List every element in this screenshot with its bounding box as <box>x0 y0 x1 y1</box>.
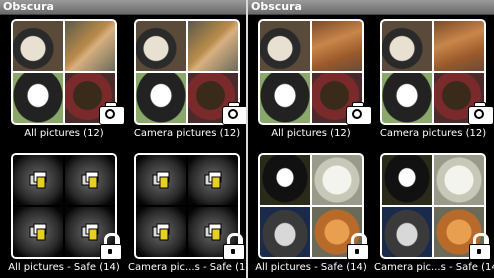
locked-image-icon <box>13 207 63 257</box>
photo-thumb <box>136 21 186 71</box>
album-camera-pictures-safe[interactable]: Camera pic...s - Safe (14) <box>374 153 494 278</box>
photo-thumb <box>260 73 310 123</box>
lock-icon <box>344 233 372 260</box>
album-caption: Camera pictures (12) <box>379 128 487 139</box>
photo-thumb <box>382 207 432 257</box>
photo-thumb <box>382 73 432 123</box>
locked-image-icon <box>65 155 115 205</box>
photo-thumb <box>188 21 238 71</box>
locked-image-icon <box>13 155 63 205</box>
photo-thumb <box>260 155 310 205</box>
locked-image-icon <box>136 207 186 257</box>
album-caption: Camera pic...s - Safe (14) <box>374 262 494 273</box>
album-camera-pictures[interactable]: Camera pictures (12) <box>380 19 494 153</box>
app-title: Obscura <box>251 0 302 13</box>
lock-icon <box>220 233 246 260</box>
album-all-pictures[interactable]: All pictures (12) <box>258 19 372 153</box>
album-caption: All pictures - Safe (14) <box>255 262 367 273</box>
album-caption: Camera pictures (12) <box>133 128 241 139</box>
gallery-panel-right: Obscura All pictures (12) Camera picture… <box>248 0 494 278</box>
gallery-panel-left: Obscura All pictures (12) Camera picture… <box>0 0 246 278</box>
photo-thumb <box>136 73 186 123</box>
album-caption: All pictures (12) <box>271 128 351 139</box>
photo-thumb <box>260 207 310 257</box>
camera-icon <box>220 99 246 125</box>
album-all-pictures[interactable]: All pictures (12) <box>11 19 125 153</box>
album-all-pictures-safe[interactable]: All pictures - Safe (14) <box>8 153 122 278</box>
album-caption: All pictures - Safe (14) <box>8 262 120 273</box>
app-title: Obscura <box>3 0 54 13</box>
photo-thumb <box>434 155 484 205</box>
lock-icon <box>466 233 494 260</box>
photo-thumb <box>312 155 362 205</box>
locked-image-icon <box>136 155 186 205</box>
photo-thumb <box>312 21 362 71</box>
album-caption: Camera pic...s - Safe (14) <box>128 262 246 273</box>
album-all-pictures-safe[interactable]: All pictures - Safe (14) <box>255 153 369 278</box>
photo-thumb <box>65 21 115 71</box>
camera-icon <box>97 99 125 125</box>
title-bar: Obscura <box>0 0 246 15</box>
album-camera-pictures-safe[interactable]: Camera pic...s - Safe (14) <box>128 153 246 278</box>
camera-icon <box>466 99 494 125</box>
album-camera-pictures[interactable]: Camera pictures (12) <box>134 19 246 153</box>
photo-thumb <box>434 21 484 71</box>
album-caption: All pictures (12) <box>24 128 104 139</box>
photo-thumb <box>13 73 63 123</box>
photo-thumb <box>13 21 63 71</box>
lock-icon <box>97 233 125 260</box>
title-bar: Obscura <box>248 0 494 15</box>
camera-icon <box>344 99 372 125</box>
photo-thumb <box>260 21 310 71</box>
locked-image-icon <box>188 155 238 205</box>
photo-thumb <box>382 155 432 205</box>
photo-thumb <box>382 21 432 71</box>
